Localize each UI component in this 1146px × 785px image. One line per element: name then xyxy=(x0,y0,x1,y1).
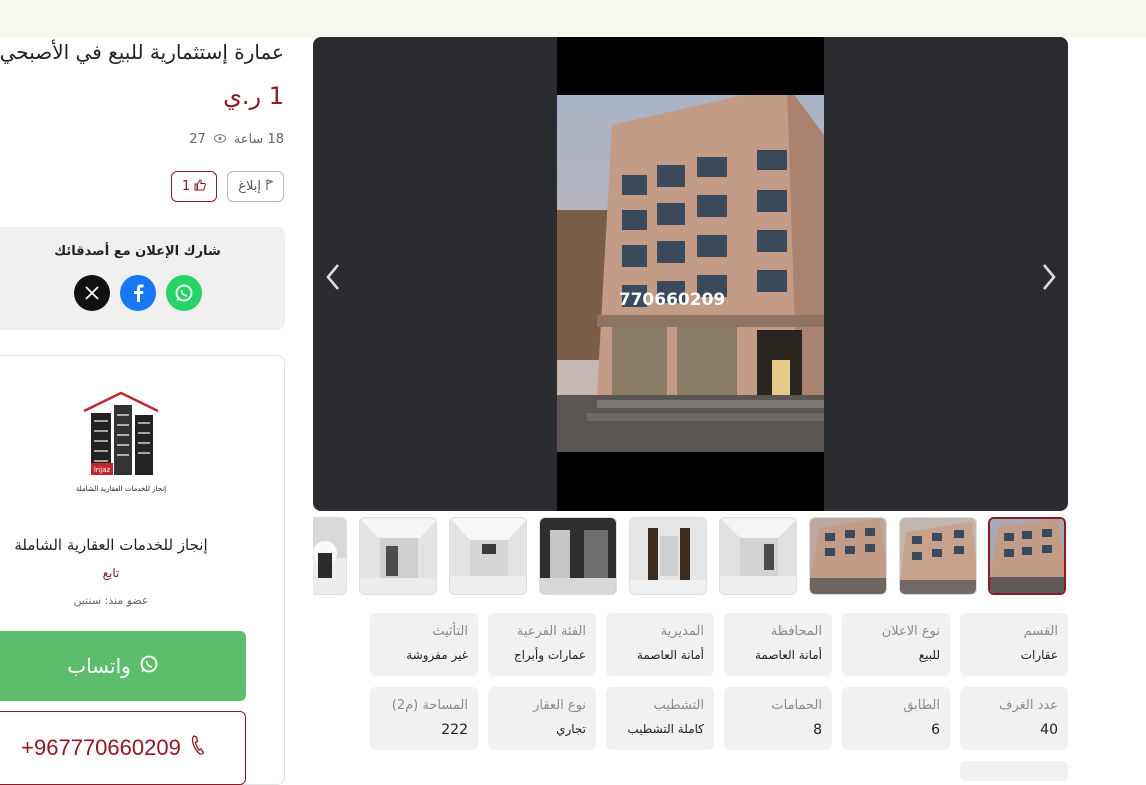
previous-image-button[interactable] xyxy=(318,257,348,297)
image-gallery[interactable]: 770660209 xyxy=(313,37,1068,511)
phone-icon xyxy=(191,735,205,761)
spec-key: نوع الاعلان xyxy=(881,624,940,639)
spec-item: عدد الغرف 40 xyxy=(960,687,1068,750)
spec-value: 40 xyxy=(1040,722,1058,738)
thumbnail[interactable] xyxy=(809,517,887,595)
spec-item-partial xyxy=(960,761,1068,781)
spec-key: التشطيب xyxy=(653,698,704,713)
spec-key: نوع العقار xyxy=(533,698,586,713)
thumbnail[interactable] xyxy=(629,517,707,595)
eye-icon xyxy=(213,133,226,146)
spec-item: الطابق 6 xyxy=(842,687,950,750)
listing-price: 1 ر.ي xyxy=(223,82,284,110)
thumbnail[interactable] xyxy=(539,517,617,595)
report-button[interactable]: إبلاغ xyxy=(227,171,284,202)
spec-item: المديرية أمانة العاصمة xyxy=(606,613,714,676)
spec-value: تجاري xyxy=(556,722,586,736)
spec-value: للبيع xyxy=(918,648,940,662)
whatsapp-icon xyxy=(139,654,159,679)
spec-item: نوع الاعلان للبيع xyxy=(842,613,950,676)
x-icon[interactable] xyxy=(73,275,110,311)
whatsapp-label: واتساب xyxy=(67,654,131,678)
phone-number: +967770660209 xyxy=(21,735,181,760)
report-label: إبلاغ xyxy=(238,179,261,194)
flag-icon xyxy=(265,178,274,195)
spec-key: التأثيث xyxy=(432,624,468,639)
top-bar xyxy=(0,0,1146,38)
whatsapp-icon[interactable] xyxy=(165,275,202,311)
share-title: شارك الإعلان مع أصدقائك xyxy=(54,244,221,259)
whatsapp-button[interactable]: واتساب xyxy=(0,631,246,701)
spec-item: الفئة الفرعية عمارات وأبراج xyxy=(488,613,596,676)
next-image-button[interactable] xyxy=(1034,257,1064,297)
seller-logo[interactable]: lnjaz إنجاز للخدمات العقارية الشاملة xyxy=(76,391,166,501)
thumbnail[interactable] xyxy=(359,517,437,595)
spec-item: نوع العقار تجاري xyxy=(488,687,596,750)
spec-value: عمارات وأبراج xyxy=(513,648,586,662)
spec-value: أمانة العاصمة xyxy=(636,648,704,662)
listing-title: عمارة إستثمارية للبيع في الأصبحي xyxy=(0,40,284,64)
spec-key: الحمامات xyxy=(771,698,822,713)
share-box: شارك الإعلان مع أصدقائك xyxy=(0,227,285,330)
thumbnail[interactable] xyxy=(449,517,527,595)
spec-value: غير مفروشة xyxy=(406,648,468,662)
like-button[interactable]: 1 xyxy=(170,171,218,202)
thumbs-up-icon xyxy=(194,178,207,195)
spec-value: 6 xyxy=(931,722,940,738)
spec-key: الطابق xyxy=(903,698,940,713)
logo-caption: إنجاز للخدمات العقارية الشاملة xyxy=(76,485,166,493)
share-icons xyxy=(0,275,285,311)
seller-name[interactable]: إنجاز للخدمات العقارية الشاملة xyxy=(0,536,231,554)
spec-key: المديرية xyxy=(660,624,704,639)
spec-item: المحافظة أمانة العاصمة xyxy=(724,613,832,676)
main-photo[interactable]: 770660209 xyxy=(557,95,824,452)
spec-value: 222 xyxy=(441,722,468,738)
spec-key: الفئة الفرعية xyxy=(516,624,586,639)
thumbnail[interactable] xyxy=(313,517,347,595)
spec-item: القسم عقارات xyxy=(960,613,1068,676)
listing-actions: إبلاغ 1 xyxy=(170,171,284,202)
spec-item: المساحة (م2) 222 xyxy=(370,687,478,750)
spec-key: المحافظة xyxy=(770,624,822,639)
thumbnail[interactable] xyxy=(719,517,797,595)
thumbnail[interactable] xyxy=(899,517,977,595)
spec-value: أمانة العاصمة xyxy=(754,648,822,662)
main-photo-frame: 770660209 xyxy=(557,37,824,511)
spec-value: كاملة التشطيب xyxy=(627,722,704,736)
spec-value: 8 xyxy=(813,722,822,738)
spec-item: الحمامات 8 xyxy=(724,687,832,750)
follow-button[interactable]: تابع xyxy=(0,566,231,580)
thumbnail-selected[interactable] xyxy=(988,517,1066,595)
likes-count: 1 xyxy=(181,179,191,194)
spec-key: عدد الغرف xyxy=(999,698,1058,713)
facebook-icon[interactable] xyxy=(119,275,156,311)
time-ago: 18 ساعة xyxy=(233,132,284,147)
thumbnail-strip xyxy=(313,517,1068,597)
photo-overlay-text: 770660209 xyxy=(619,290,725,310)
member-since: عضو منذ: سنتين xyxy=(73,594,149,607)
spec-key: المساحة (م2) xyxy=(391,698,468,713)
spec-item: التأثيث غير مفروشة xyxy=(370,613,478,676)
spec-item: التشطيب كاملة التشطيب xyxy=(606,687,714,750)
views-count: 27 xyxy=(189,132,206,147)
phone-button[interactable]: +967770660209 xyxy=(0,711,246,785)
listing-meta: 18 ساعة 27 xyxy=(189,132,284,147)
logo-text: lnjaz xyxy=(94,466,111,474)
spec-key: القسم xyxy=(1023,624,1058,639)
spec-value: عقارات xyxy=(1020,648,1058,662)
